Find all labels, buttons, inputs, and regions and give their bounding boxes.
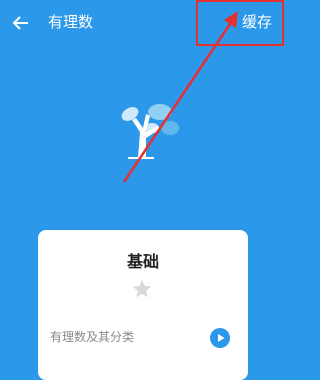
annotation-highlight-box — [196, 0, 284, 46]
tree-logo-icon — [121, 104, 179, 159]
arrow-left-icon — [12, 16, 28, 30]
play-icon[interactable] — [210, 328, 230, 348]
card-title: 基础 — [126, 252, 159, 271]
lesson-row[interactable]: 有理数及其分类 — [48, 326, 243, 350]
star-icon — [132, 279, 152, 298]
lesson-label: 有理数及其分类 — [50, 330, 135, 344]
back-button[interactable] — [10, 12, 34, 34]
lesson-card: 基础 有理数及其分类 — [38, 230, 248, 380]
page-title: 有理数 — [48, 13, 94, 31]
